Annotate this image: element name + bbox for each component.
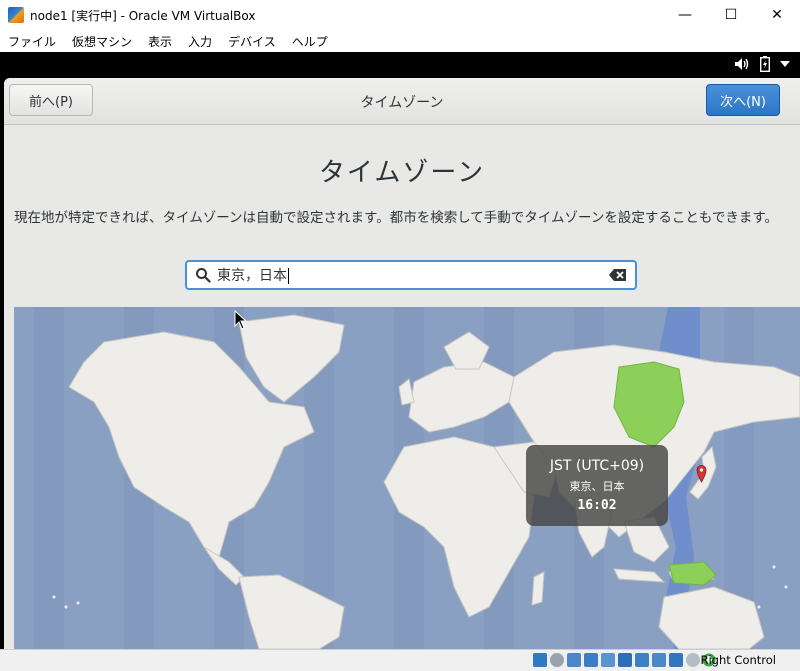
display-icon[interactable] bbox=[635, 653, 649, 667]
next-button[interactable]: 次へ(N) bbox=[706, 84, 780, 116]
menu-input[interactable]: 入力 bbox=[180, 33, 220, 50]
tooltip-zone: JST (UTC+09) bbox=[549, 458, 645, 474]
menu-devices[interactable]: デバイス bbox=[220, 33, 284, 50]
vm-display[interactable]: 前へ(P) タイムゾーン 次へ(N) タイムゾーン 現在地が特定できれば、タイム… bbox=[0, 52, 800, 649]
host-key-label: Right Control bbox=[700, 653, 776, 667]
tooltip-time: 16:02 bbox=[577, 498, 617, 513]
page-title: タイムゾーン bbox=[318, 158, 486, 188]
search-input[interactable]: 東京，日本 bbox=[217, 265, 609, 285]
close-button[interactable]: ✕ bbox=[754, 0, 800, 30]
city-search-field[interactable]: 東京，日本 bbox=[185, 260, 637, 290]
menu-view[interactable]: 表示 bbox=[140, 33, 180, 50]
system-status-area[interactable] bbox=[734, 56, 790, 72]
virtualbox-app-icon bbox=[8, 7, 24, 23]
virtualization-icon[interactable] bbox=[669, 653, 683, 667]
tooltip-city: 東京、日本 bbox=[569, 480, 625, 493]
usb-icon[interactable] bbox=[601, 653, 615, 667]
shared-folders-icon[interactable] bbox=[618, 653, 632, 667]
world-map bbox=[14, 307, 800, 649]
video-capture-icon[interactable] bbox=[652, 653, 666, 667]
window-controls: — ☐ ✕ bbox=[662, 0, 800, 30]
menu-file[interactable]: ファイル bbox=[0, 33, 64, 50]
battery-icon bbox=[760, 56, 770, 72]
optical-drive-icon[interactable] bbox=[550, 653, 564, 667]
hard-disk-icon[interactable] bbox=[533, 653, 547, 667]
menu-help[interactable]: ヘルプ bbox=[284, 33, 336, 50]
timezone-description: 現在地が特定できれば、タイムゾーンは自動で設定されます。都市を検索して手動でタイ… bbox=[14, 210, 778, 226]
timezone-map[interactable] bbox=[14, 307, 800, 649]
virtualbox-statusbar: Right Control bbox=[0, 649, 800, 671]
window-titlebar: node1 [実行中] - Oracle VM VirtualBox — ☐ ✕ bbox=[0, 0, 800, 30]
text-caret bbox=[288, 268, 289, 284]
window-title: node1 [実行中] - Oracle VM VirtualBox bbox=[30, 8, 256, 23]
search-icon bbox=[196, 268, 211, 283]
menu-bar: ファイル 仮想マシン 表示 入力 デバイス ヘルプ bbox=[0, 30, 800, 52]
audio-icon[interactable] bbox=[567, 653, 581, 667]
device-status-icons bbox=[533, 653, 700, 667]
clear-text-icon[interactable] bbox=[609, 268, 627, 282]
gnome-top-bar bbox=[0, 52, 800, 78]
minimize-button[interactable]: — bbox=[662, 0, 708, 30]
dropdown-arrow-icon bbox=[780, 61, 790, 67]
menu-machine[interactable]: 仮想マシン bbox=[64, 33, 140, 50]
network-icon[interactable] bbox=[584, 653, 598, 667]
volume-icon bbox=[735, 58, 749, 70]
timezone-tooltip: JST (UTC+09) 東京、日本 16:02 bbox=[526, 445, 668, 526]
installer-header: 前へ(P) タイムゾーン 次へ(N) bbox=[4, 78, 800, 125]
maximize-button[interactable]: ☐ bbox=[708, 0, 754, 30]
header-title: タイムゾーン bbox=[360, 95, 444, 111]
search-value: 東京，日本 bbox=[217, 268, 287, 284]
timezone-spoke: 前へ(P) タイムゾーン 次へ(N) タイムゾーン 現在地が特定できれば、タイム… bbox=[4, 78, 800, 649]
mouse-pointer-icon bbox=[234, 310, 248, 330]
mouse-integration-icon[interactable] bbox=[686, 653, 700, 667]
